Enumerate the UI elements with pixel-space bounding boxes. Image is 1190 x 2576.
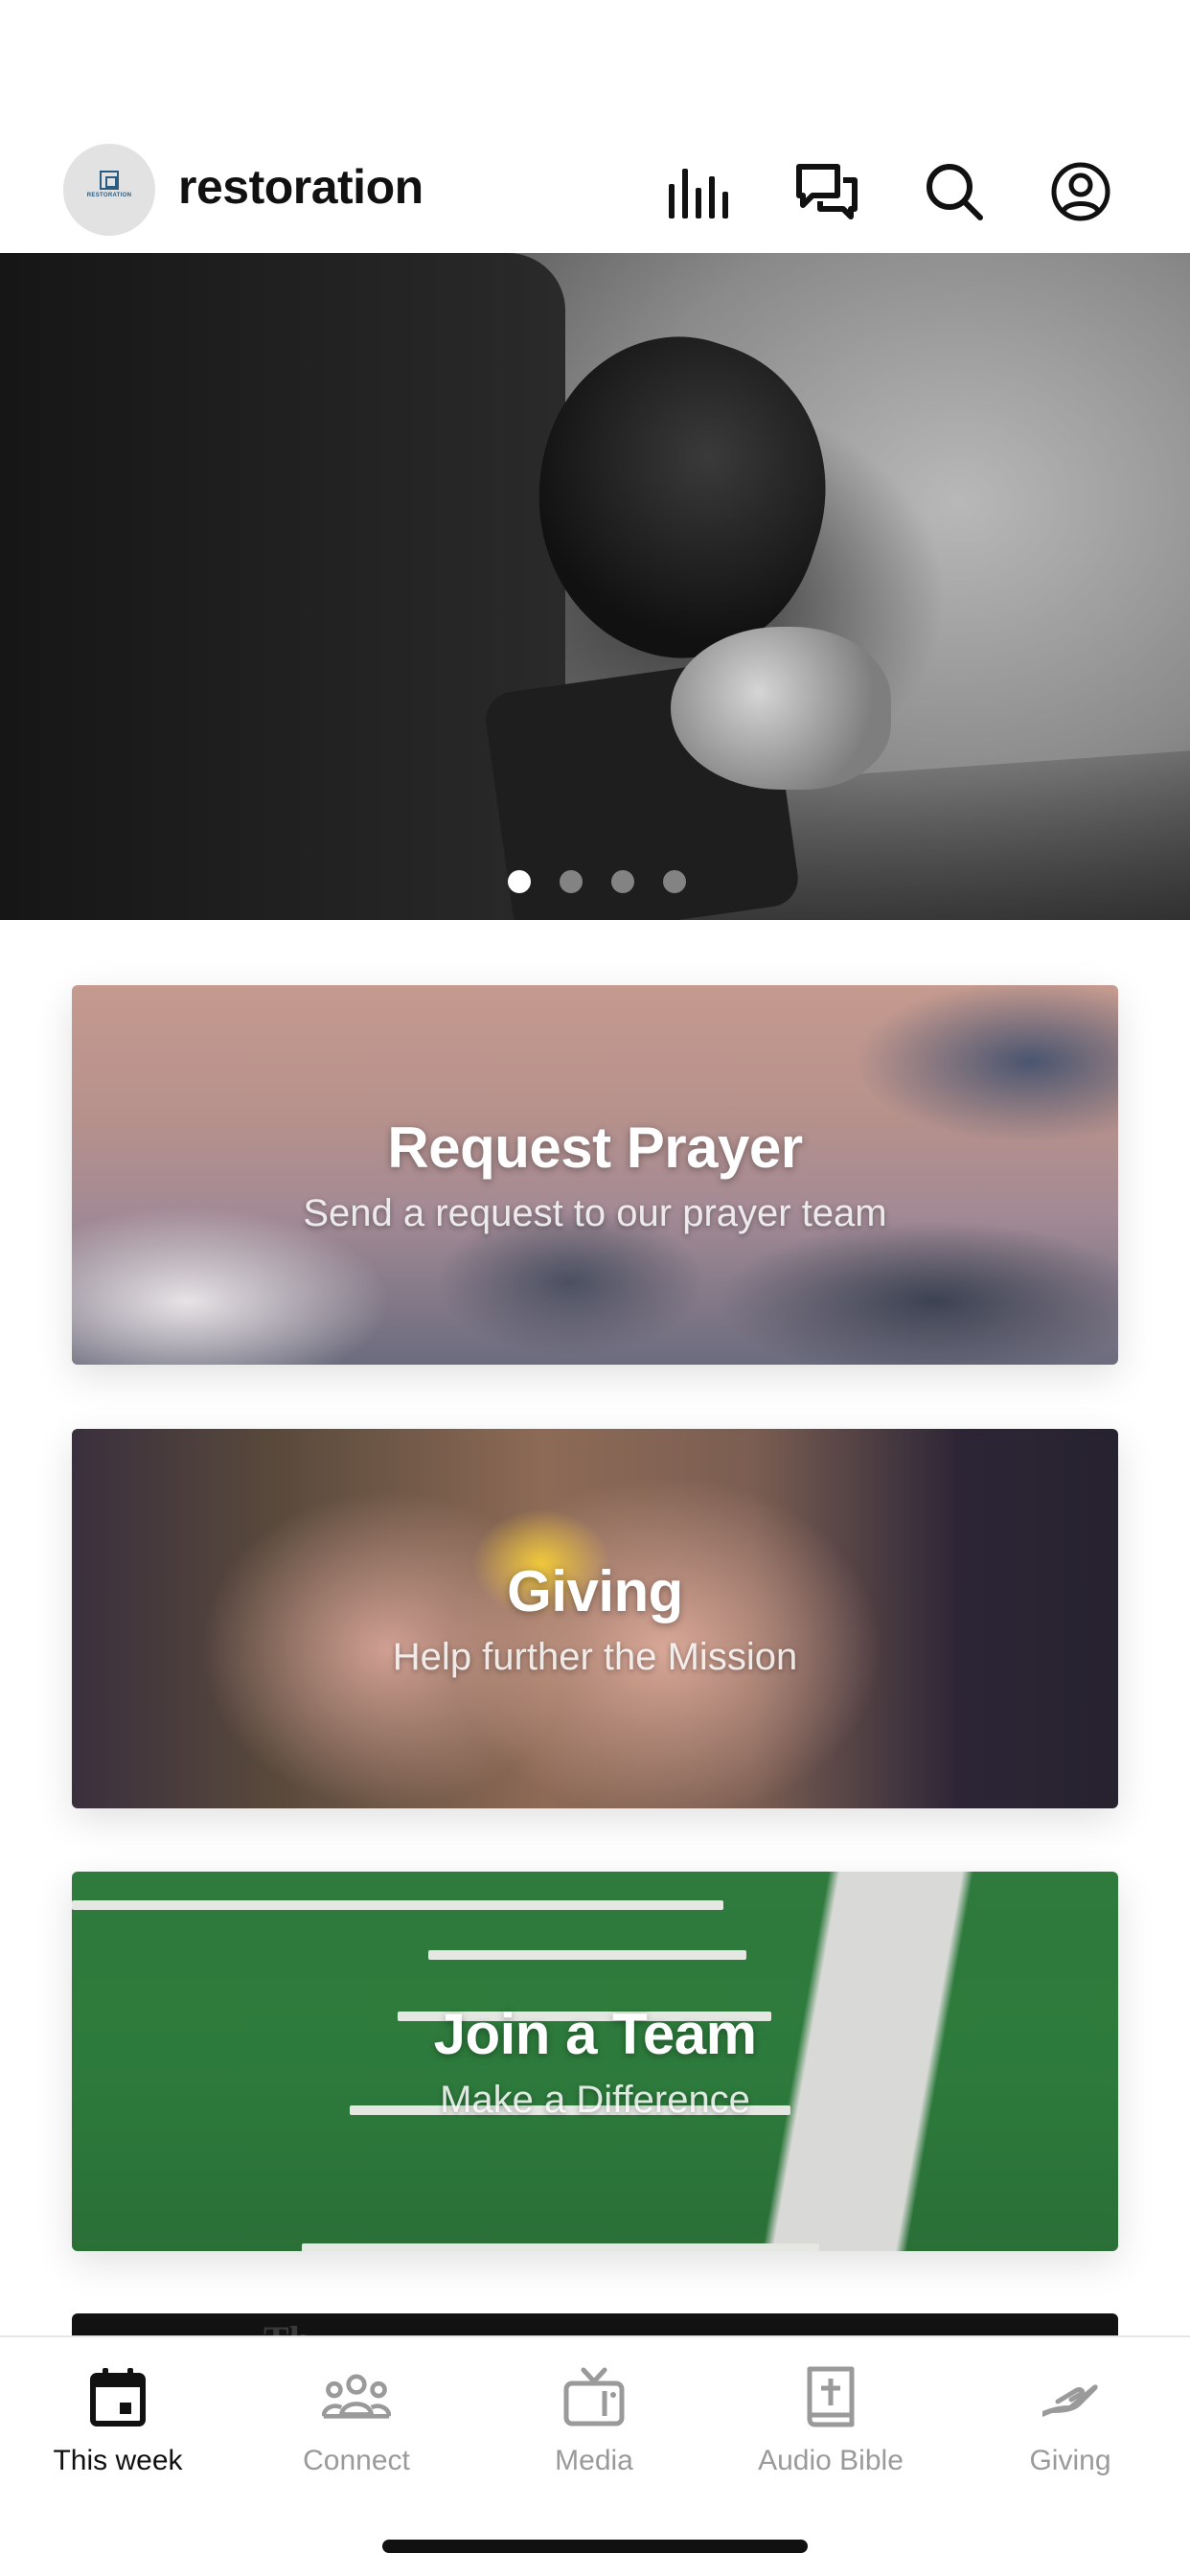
- field-line: [428, 1950, 746, 1960]
- card-subtitle: Make a Difference: [440, 2079, 750, 2121]
- card-subtitle: Help further the Mission: [392, 1636, 798, 1678]
- card-title: Giving: [507, 1559, 683, 1623]
- hero-carousel[interactable]: [0, 253, 1190, 920]
- account-icon[interactable]: [1046, 157, 1115, 226]
- church-logo[interactable]: RESTORATION: [63, 144, 155, 236]
- tab-label: Giving: [1029, 2445, 1111, 2476]
- carousel-dot-4[interactable]: [663, 870, 686, 893]
- calendar-icon: [83, 2362, 152, 2431]
- logo-mark: [100, 171, 119, 190]
- tab-connect[interactable]: Connect: [246, 2362, 467, 2477]
- group-icon: [322, 2362, 391, 2431]
- tab-media[interactable]: Media: [484, 2362, 704, 2477]
- field-line: [302, 2243, 819, 2251]
- carousel-dot-1[interactable]: [508, 870, 531, 893]
- tab-giving[interactable]: Giving: [960, 2362, 1180, 2477]
- join-team-card[interactable]: Join a Team Make a Difference: [72, 1872, 1118, 2251]
- request-prayer-card[interactable]: Request Prayer Send a request to our pra…: [72, 985, 1118, 1365]
- carousel-dot-2[interactable]: [560, 870, 583, 893]
- app-name: restoration: [178, 160, 423, 214]
- search-icon[interactable]: [920, 157, 989, 226]
- logo-mark-group: RESTORATION: [86, 171, 132, 209]
- chat-bubbles-icon[interactable]: [792, 157, 861, 226]
- app-header: RESTORATION restoration: [0, 134, 1190, 253]
- tab-audio-bible[interactable]: Audio Bible: [721, 2362, 941, 2477]
- giving-card[interactable]: Giving Help further the Mission: [72, 1429, 1118, 1808]
- logo-text: RESTORATION: [86, 193, 132, 198]
- card-subtitle: Send a request to our prayer team: [303, 1192, 887, 1234]
- field-line: [72, 1900, 723, 1910]
- carousel-pagination[interactable]: [508, 870, 686, 893]
- home-indicator[interactable]: [382, 2540, 808, 2553]
- hero-shoulder-shape: [0, 253, 565, 920]
- carousel-dot-3[interactable]: [611, 870, 634, 893]
- tv-icon: [560, 2362, 629, 2431]
- tab-label: This week: [53, 2445, 183, 2476]
- tab-this-week[interactable]: This week: [8, 2362, 228, 2477]
- equalizer-icon[interactable]: [665, 157, 734, 226]
- tab-label: Media: [555, 2445, 633, 2476]
- bible-icon: [796, 2362, 865, 2431]
- tab-label: Audio Bible: [758, 2445, 904, 2476]
- giving-hand-icon: [1036, 2362, 1105, 2431]
- card-title: Join a Team: [433, 2002, 757, 2066]
- tab-label: Connect: [303, 2445, 410, 2476]
- hero-hands-shape: [671, 627, 891, 790]
- card-title: Request Prayer: [387, 1116, 803, 1180]
